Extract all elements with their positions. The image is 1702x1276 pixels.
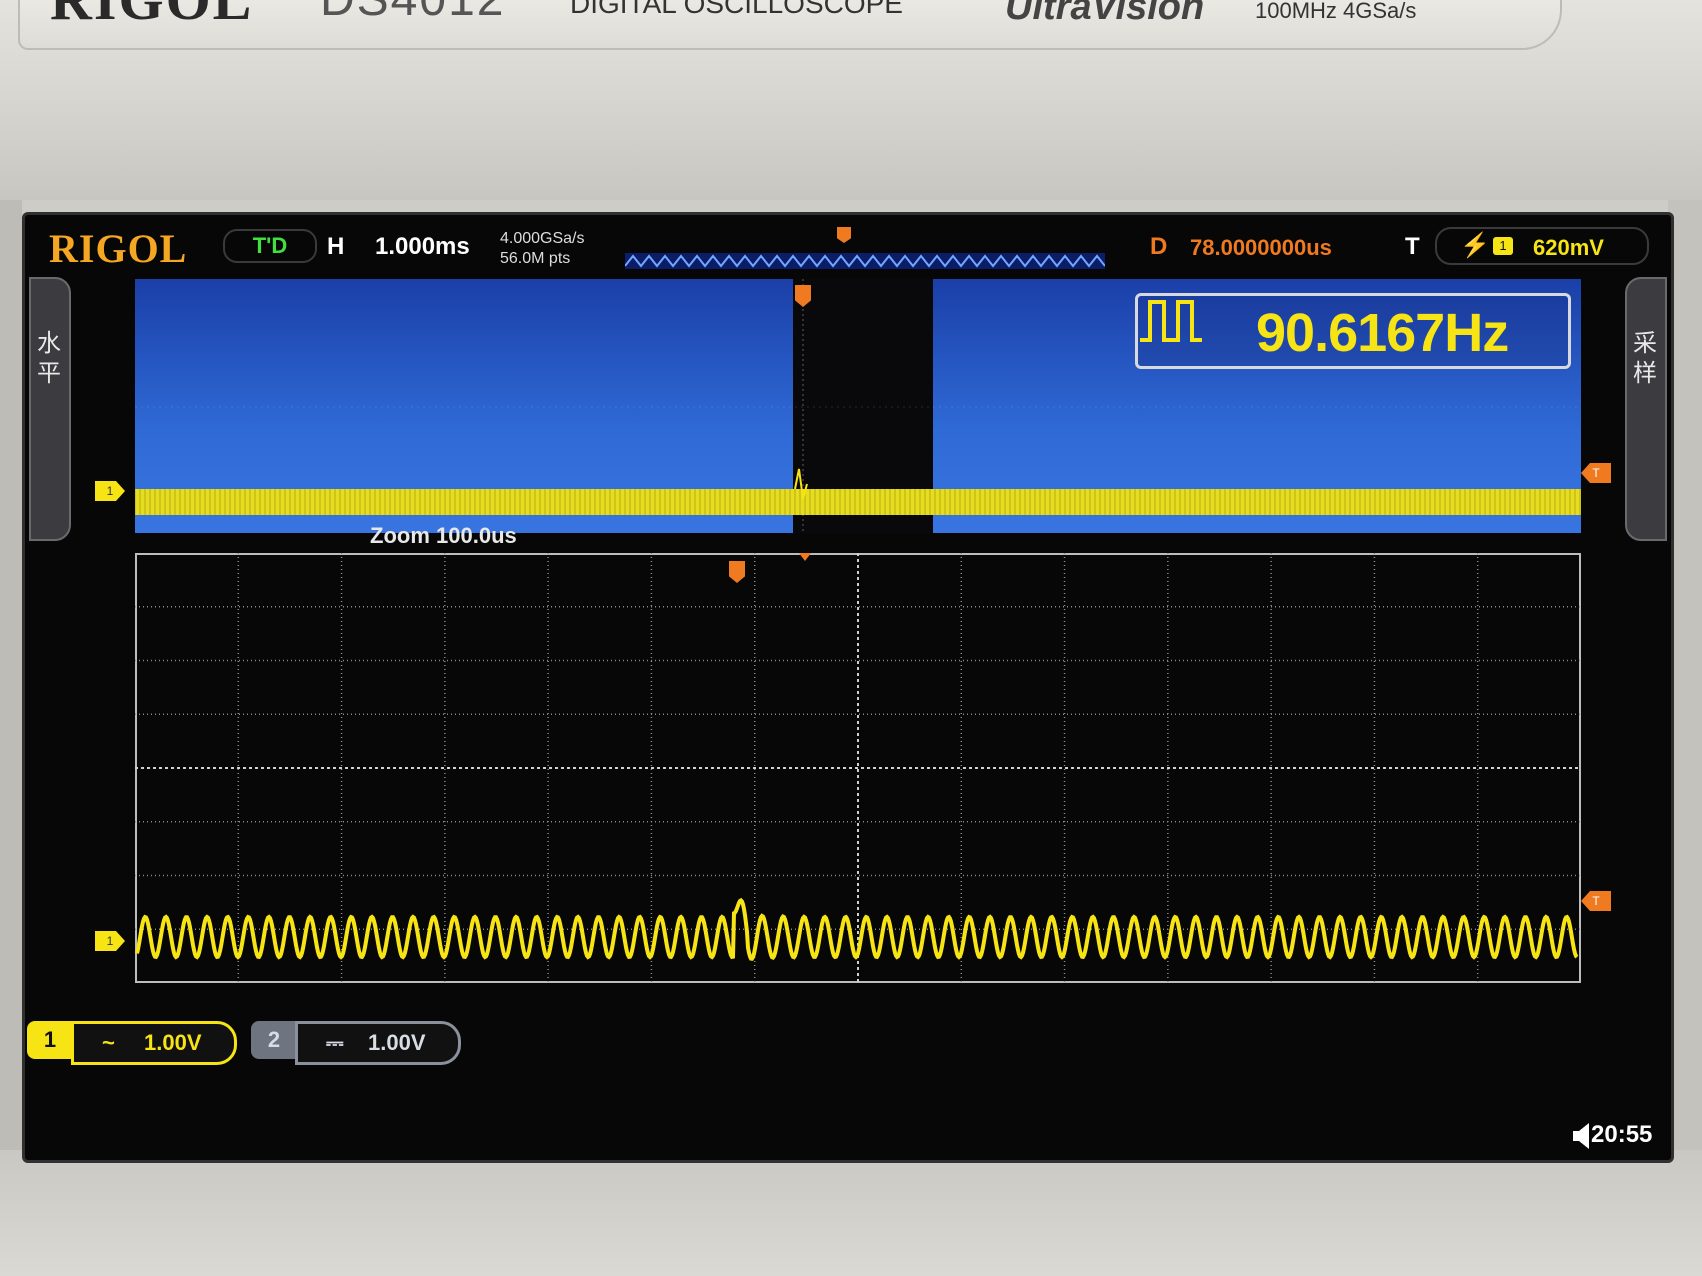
ch1-scale: 1.00V <box>144 1030 202 1055</box>
trigger-status-badge: T'D <box>223 229 317 263</box>
ch1-coupling-icon: ~ <box>102 1030 115 1055</box>
trigger-source-badge: 1 <box>1493 237 1513 255</box>
memory-overview-bar[interactable] <box>624 227 1106 269</box>
zoom-waveform-grid <box>135 553 1581 983</box>
trigger-level-value[interactable]: 620mV <box>1533 235 1604 261</box>
ch2-tag[interactable]: 2 <box>251 1021 297 1059</box>
ch1-settings[interactable]: ~ 1.00V <box>71 1021 237 1065</box>
zoom-timebase-label: Zoom 100.0us <box>370 523 517 549</box>
waveform-display <box>135 553 1581 983</box>
nameplate: RIGOL DS4012 DIGITAL OSCILLOSCOPE UltraV… <box>18 0 1562 50</box>
screen-brand-logo: RIGOL <box>49 226 188 271</box>
ch2-settings[interactable]: ⎓ 1.00V <box>295 1021 461 1065</box>
instrument-bezel-top: RIGOL DS4012 DIGITAL OSCILLOSCOPE UltraV… <box>0 0 1702 200</box>
nameplate-model: DS4012 <box>320 0 505 27</box>
horizontal-label: H <box>327 233 345 260</box>
trigger-level-marker[interactable]: T <box>1581 891 1611 911</box>
nameplate-description: DIGITAL OSCILLOSCOPE <box>570 0 903 19</box>
status-bar: RIGOL T'D H 1.000ms 4.000GSa/s 56.0M pts… <box>25 215 1671 275</box>
speaker-icon[interactable] <box>1573 1123 1593 1149</box>
trigger-level-marker-upper[interactable]: T <box>1581 463 1611 483</box>
instrument-bezel-bottom <box>0 1150 1702 1276</box>
oscilloscope-screen: RIGOL T'D H 1.000ms 4.000GSa/s 56.0M pts… <box>22 212 1674 1163</box>
rising-edge-icon: ⚡ <box>1460 232 1490 259</box>
zoom-timebase-value: 100.0us <box>436 523 517 548</box>
acquisition-info: 4.000GSa/s 56.0M pts <box>500 229 585 269</box>
ch2-coupling-icon: ⎓ <box>326 1030 344 1055</box>
timebase-value[interactable]: 1.000ms <box>375 233 470 261</box>
acquire-menu-tab[interactable]: 采样 <box>1625 277 1667 541</box>
nameplate-series: UltraVision <box>1005 0 1205 28</box>
nameplate-spec: 100MHz 4GSa/s <box>1255 0 1417 23</box>
memory-overview-waveform <box>624 254 1106 268</box>
horizontal-menu-label: 水平 <box>37 330 61 387</box>
system-clock: 20:55 <box>1591 1121 1653 1148</box>
delay-value[interactable]: 78.0000000us <box>1190 235 1332 261</box>
trigger-label: T <box>1405 233 1420 260</box>
frequency-value: 90.6167Hz <box>1256 303 1509 363</box>
main-timebase-window: 90.6167Hz <box>135 279 1581 533</box>
pulse-icon <box>1140 300 1202 342</box>
instrument-bezel-left <box>0 200 22 1150</box>
ch1-offset-marker-upper[interactable]: 1 <box>95 481 125 501</box>
horizontal-menu-tab[interactable]: 水平 <box>29 277 71 541</box>
nameplate-brand: RIGOL <box>50 0 253 33</box>
overview-trigger-icon <box>837 227 851 243</box>
delay-label: D <box>1150 233 1168 260</box>
memory-depth: 56.0M pts <box>500 250 571 267</box>
ch2-scale: 1.00V <box>368 1030 426 1055</box>
ch1-offset-marker[interactable]: 1 <box>95 931 125 951</box>
acquire-menu-label: 采样 <box>1633 330 1657 387</box>
zoom-label: Zoom <box>370 523 430 548</box>
ch1-tag[interactable]: 1 <box>27 1021 73 1059</box>
sample-rate: 4.000GSa/s <box>500 230 585 247</box>
frequency-measurement: 90.6167Hz <box>1135 293 1571 369</box>
